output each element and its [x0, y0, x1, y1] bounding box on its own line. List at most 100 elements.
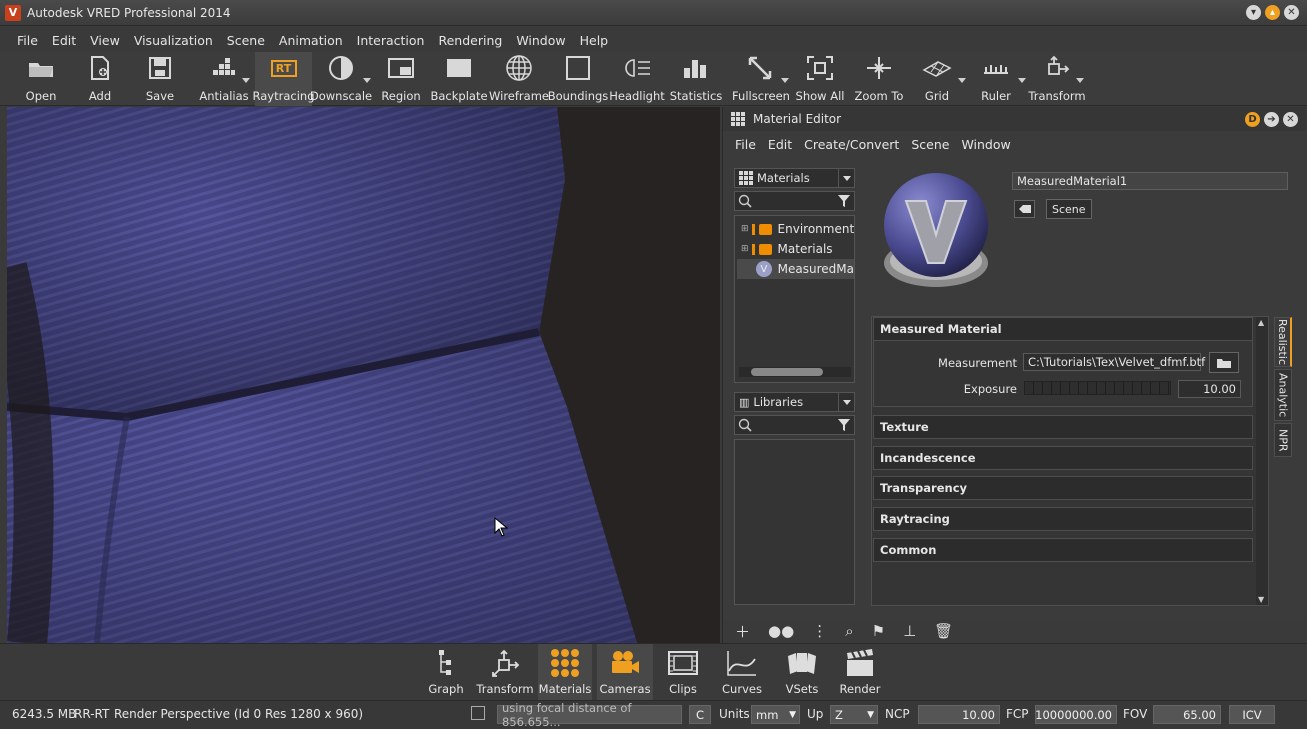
filter-icon[interactable]	[837, 194, 851, 208]
menu-visualization[interactable]: Visualization	[127, 33, 220, 48]
horizontal-scrollbar[interactable]	[739, 367, 851, 377]
materials-combo[interactable]: Materials	[734, 168, 855, 188]
menu-file[interactable]: File	[10, 33, 45, 48]
section-incandescence[interactable]: Incandescence	[873, 446, 1253, 470]
render-viewport[interactable]	[7, 107, 720, 643]
chevron-down-icon: ▼	[789, 709, 796, 720]
undock-icon[interactable]: ➔	[1264, 112, 1279, 127]
tab-analytic[interactable]: Analytic	[1274, 369, 1292, 421]
material-preview-sphere[interactable]	[878, 171, 996, 299]
section-transparency[interactable]: Transparency	[873, 476, 1253, 500]
dock-icon[interactable]: D	[1245, 112, 1260, 127]
ncp-label: NCP	[885, 707, 910, 721]
exposure-slider[interactable]	[1024, 381, 1171, 395]
headlight-button[interactable]: Headlight	[609, 52, 665, 106]
tab-npr[interactable]: NPR	[1274, 423, 1292, 457]
show-all-button[interactable]: Show All	[796, 52, 844, 106]
tree-item-materials[interactable]: ⊞ Materials	[741, 239, 833, 259]
close-panel-icon[interactable]: ✕	[1283, 112, 1298, 127]
tree-item-measured-material[interactable]: V MeasuredMa	[737, 259, 854, 279]
raytracing-button[interactable]: RT Raytracing	[253, 52, 315, 106]
libraries-combo[interactable]: ▥ Libraries	[734, 392, 855, 412]
delete-material-icon[interactable]: 🗑	[934, 622, 953, 640]
dock-transform[interactable]: Transform	[476, 644, 534, 700]
focal-distance-message: using focal distance of 856.655...	[497, 701, 682, 729]
material-sphere-icon: V	[756, 261, 772, 277]
grid-button[interactable]: Grid	[918, 52, 966, 106]
seat-render-image	[7, 107, 720, 643]
dock-render[interactable]: Render	[838, 644, 882, 700]
fov-field[interactable]: 65.00	[1153, 705, 1221, 724]
menu-help[interactable]: Help	[573, 33, 616, 48]
c-button[interactable]: C	[689, 705, 711, 724]
menu-scene[interactable]: Scene	[220, 33, 272, 48]
chevron-down-icon[interactable]	[838, 169, 854, 187]
zoom-to-button[interactable]: Zoom To	[855, 52, 903, 106]
measurement-path-field[interactable]: C:\Tutorials\Tex\Velvet_dfmf.btf	[1023, 353, 1205, 371]
tab-realistic[interactable]: Realistic	[1274, 317, 1292, 367]
me-menu-scene[interactable]: Scene	[905, 137, 955, 152]
minimize-icon[interactable]: ▾	[1246, 5, 1261, 20]
region-button[interactable]: Region	[381, 52, 421, 106]
fcp-field[interactable]: 10000000.00	[1035, 705, 1117, 724]
libraries-search-input[interactable]	[734, 415, 855, 435]
material-name-field[interactable]: MeasuredMaterial1	[1012, 172, 1288, 190]
console-icon[interactable]	[471, 706, 485, 720]
icv-button[interactable]: ICV	[1229, 705, 1275, 724]
open-button[interactable]: Open	[22, 52, 60, 106]
me-menu-edit[interactable]: Edit	[762, 137, 798, 152]
fullscreen-button[interactable]: Fullscreen	[732, 52, 790, 106]
material-find-icon[interactable]: ⌕	[845, 622, 853, 640]
wireframe-button[interactable]: Wireframe	[489, 52, 549, 106]
statistics-button[interactable]: Statistics	[670, 52, 722, 106]
section-measured-material[interactable]: Measured Material	[873, 317, 1253, 341]
up-axis-select[interactable]: Z ▼	[830, 705, 878, 724]
me-menu-create-convert[interactable]: Create/Convert	[798, 137, 905, 152]
tag-icon[interactable]	[1014, 200, 1035, 218]
dock-materials[interactable]: Materials	[538, 644, 592, 700]
restore-icon[interactable]: ▴	[1265, 5, 1280, 20]
scene-button[interactable]: Scene	[1046, 199, 1092, 219]
section-texture[interactable]: Texture	[873, 415, 1253, 439]
save-button[interactable]: Save	[144, 52, 176, 106]
add-material-icon[interactable]: ＋	[735, 621, 750, 642]
menu-window[interactable]: Window	[509, 33, 572, 48]
material-sort-icon[interactable]: ⋮	[812, 622, 827, 640]
exposure-value-field[interactable]: 10.00	[1178, 380, 1241, 398]
memory-usage: 6243.5 MB	[12, 707, 77, 721]
dock-cameras[interactable]: Cameras	[597, 644, 653, 700]
ncp-field[interactable]: 10.00	[918, 705, 1000, 724]
menu-rendering[interactable]: Rendering	[431, 33, 509, 48]
me-menu-file[interactable]: File	[729, 137, 762, 152]
add-button[interactable]: Add	[84, 52, 116, 106]
section-raytracing[interactable]: Raytracing	[873, 507, 1253, 531]
antialias-button[interactable]: Antialias	[199, 52, 250, 106]
menu-view[interactable]: View	[83, 33, 127, 48]
material-apply-icon[interactable]: ⊥	[903, 622, 916, 640]
filter-icon[interactable]	[837, 418, 851, 432]
me-menu-window[interactable]: Window	[955, 137, 1016, 152]
backplate-button[interactable]: Backplate	[430, 52, 488, 106]
boundings-button[interactable]: Boundings	[548, 52, 608, 106]
close-icon[interactable]: ✕	[1284, 5, 1299, 20]
ruler-button[interactable]: Ruler	[980, 52, 1026, 106]
dock-curves[interactable]: Curves	[720, 644, 764, 700]
menu-animation[interactable]: Animation	[272, 33, 350, 48]
section-common[interactable]: Common	[873, 538, 1253, 562]
properties-scrollbar[interactable]: ▲ ▼	[1256, 317, 1268, 605]
scrollbar-thumb[interactable]	[751, 368, 823, 376]
dock-graph[interactable]: Graph	[428, 644, 464, 700]
units-select[interactable]: mm ▼	[751, 705, 800, 724]
transform-button[interactable]: Transform	[1028, 52, 1086, 106]
downscale-button[interactable]: Downscale	[310, 52, 372, 106]
menu-edit[interactable]: Edit	[45, 33, 83, 48]
dock-clips[interactable]: Clips	[663, 644, 703, 700]
chevron-down-icon[interactable]	[838, 393, 854, 411]
menu-interaction[interactable]: Interaction	[350, 33, 432, 48]
tree-item-environment[interactable]: ⊞ Environment	[741, 219, 854, 239]
material-assign-icon[interactable]: ⚑	[872, 622, 885, 640]
browse-folder-icon[interactable]	[1209, 352, 1239, 373]
dock-vsets[interactable]: VSets	[782, 644, 822, 700]
materials-search-input[interactable]	[734, 191, 855, 211]
duplicate-material-icon[interactable]: ●●	[768, 622, 794, 640]
